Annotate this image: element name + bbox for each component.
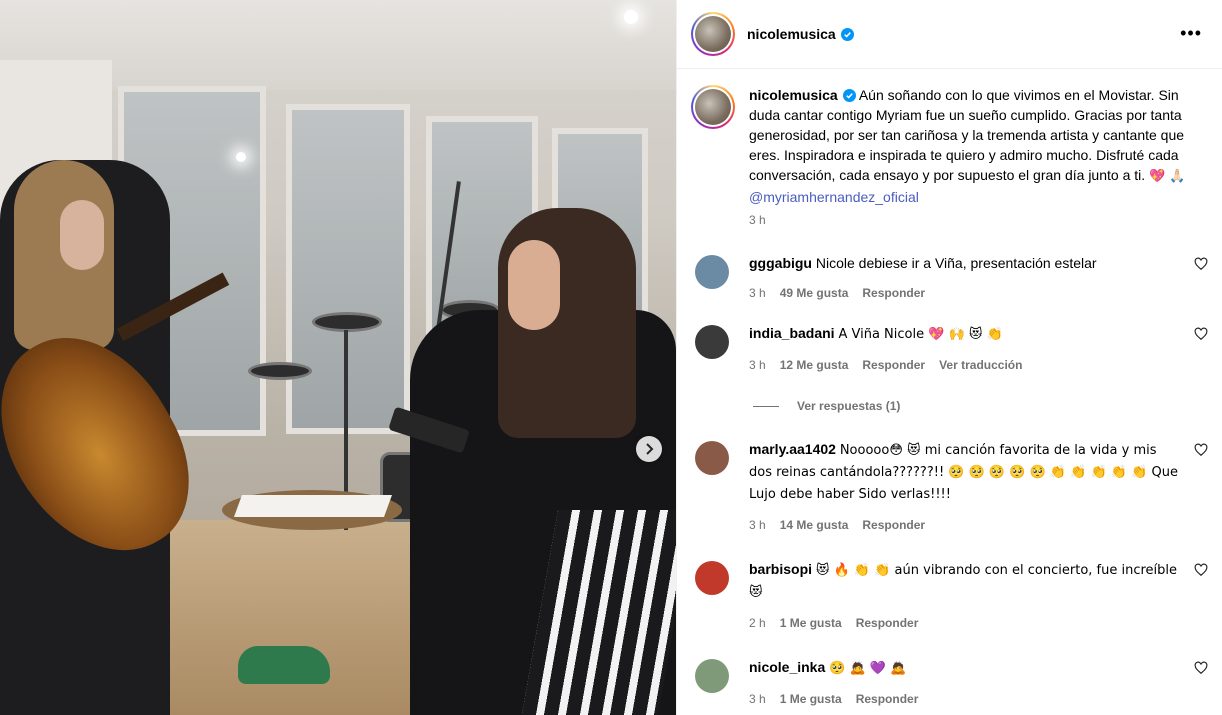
comment-item: marly.aa1402 Nooooo😳 😻 mi canción favori… xyxy=(677,439,1222,535)
comment-time: 3 h xyxy=(749,518,766,532)
reply-button[interactable]: Responder xyxy=(856,613,919,633)
comment-item: nicole_inka 🥺 🙇 💜 🙇 3 h 1 Me gusta Respo… xyxy=(677,657,1222,709)
post-media[interactable] xyxy=(0,0,676,715)
verified-badge-icon xyxy=(842,89,856,102)
comment-meta: 3 h 1 Me gusta Responder xyxy=(749,689,1179,709)
comment-username[interactable]: india_badani xyxy=(749,325,835,341)
comment-item: india_badani A Viña Nicole 💖 🙌 😻 👏 3 h 1… xyxy=(677,323,1222,375)
caption-username[interactable]: nicolemusica xyxy=(749,87,838,103)
comment-item: gggabigu Nicole debiese ir a Viña, prese… xyxy=(677,253,1222,303)
comment-text-line: marly.aa1402 Nooooo😳 😻 mi canción favori… xyxy=(749,439,1179,505)
caption-time: 3 h xyxy=(749,213,766,227)
media-face xyxy=(60,200,104,270)
comment-username[interactable]: gggabigu xyxy=(749,255,812,271)
header-username[interactable]: nicolemusica xyxy=(747,26,854,42)
comment-time: 3 h xyxy=(749,286,766,300)
comment-meta: 3 h 14 Me gusta Responder xyxy=(749,515,1179,535)
media-light xyxy=(236,152,246,162)
heart-icon[interactable] xyxy=(1194,443,1208,457)
comment-text-line: india_badani A Viña Nicole 💖 🙌 😻 👏 xyxy=(749,323,1179,345)
caption-emojis: 💖 🙏🏻 xyxy=(1149,169,1186,184)
comment-text: Nicole debiese ir a Viña, presentación e… xyxy=(815,255,1097,271)
reply-button[interactable]: Responder xyxy=(862,355,925,375)
avatar-image xyxy=(695,16,731,52)
comment-text-line: barbisopi 😻 🔥 👏 👏 aún vibrando con el co… xyxy=(749,559,1179,603)
caption-text: nicolemusica Aún soñando con lo que vivi… xyxy=(749,85,1189,207)
media-light xyxy=(624,10,638,24)
comment-likes[interactable]: 12 Me gusta xyxy=(780,355,849,375)
media-paper xyxy=(233,495,393,517)
heart-icon[interactable] xyxy=(1194,327,1208,341)
comment-meta: 3 h 49 Me gusta Responder xyxy=(749,283,1179,303)
username-text[interactable]: nicolemusica xyxy=(747,26,836,42)
comment-avatar[interactable] xyxy=(695,561,729,595)
media-window xyxy=(286,104,410,434)
verified-badge-icon xyxy=(840,28,854,41)
post-caption: nicolemusica Aún soñando con lo que vivi… xyxy=(677,69,1222,227)
caption-mention-link[interactable]: @myriamhernandez_oficial xyxy=(749,189,919,205)
profile-avatar[interactable] xyxy=(691,12,735,56)
reply-button[interactable]: Responder xyxy=(862,515,925,535)
comment-time: 3 h xyxy=(749,692,766,706)
comment-avatar[interactable] xyxy=(695,659,729,693)
comment-username[interactable]: barbisopi xyxy=(749,561,812,577)
replies-divider xyxy=(753,405,779,407)
post-sidebar: nicolemusica ••• nicolemusica Aún soñand… xyxy=(676,0,1222,715)
comment-text: A Viña Nicole 💖 🙌 😻 👏 xyxy=(838,327,1003,342)
comment-likes[interactable]: 14 Me gusta xyxy=(780,515,849,535)
reply-button[interactable]: Responder xyxy=(862,283,925,303)
heart-icon[interactable] xyxy=(1194,563,1208,577)
media-shoe xyxy=(238,646,330,684)
comment-text: 😻 🔥 👏 👏 aún vibrando con el concierto, f… xyxy=(749,563,1178,600)
comment-username[interactable]: marly.aa1402 xyxy=(749,441,836,457)
comment-time: 2 h xyxy=(749,616,766,630)
more-options-icon[interactable]: ••• xyxy=(1180,24,1202,42)
comment-time: 3 h xyxy=(749,358,766,372)
comment-meta: 3 h 12 Me gusta Responder Ver traducción xyxy=(749,355,1179,375)
comment-likes[interactable]: 1 Me gusta xyxy=(780,613,842,633)
view-replies-label[interactable]: Ver respuestas (1) xyxy=(797,399,900,413)
post-header: nicolemusica ••• xyxy=(677,0,1222,69)
caption-avatar[interactable] xyxy=(691,85,735,129)
media-drum xyxy=(312,312,382,332)
comment-avatar[interactable] xyxy=(695,325,729,359)
comment-item: barbisopi 😻 🔥 👏 👏 aún vibrando con el co… xyxy=(677,559,1222,633)
media-drum xyxy=(248,362,312,380)
avatar-image xyxy=(695,89,731,125)
comment-avatar[interactable] xyxy=(695,441,729,475)
comment-text-line: gggabigu Nicole debiese ir a Viña, prese… xyxy=(749,253,1179,273)
comment-username[interactable]: nicole_inka xyxy=(749,659,825,675)
heart-icon[interactable] xyxy=(1194,661,1208,675)
heart-icon[interactable] xyxy=(1194,257,1208,271)
comment-text: 🥺 🙇 💜 🙇 xyxy=(829,661,907,676)
media-face xyxy=(508,240,560,330)
comment-text-line: nicole_inka 🥺 🙇 💜 🙇 xyxy=(749,657,1179,679)
translate-button[interactable]: Ver traducción xyxy=(939,355,1022,375)
comment-likes[interactable]: 1 Me gusta xyxy=(780,689,842,709)
comment-avatar[interactable] xyxy=(695,255,729,289)
comment-meta: 2 h 1 Me gusta Responder xyxy=(749,613,1179,633)
reply-button[interactable]: Responder xyxy=(856,689,919,709)
chevron-right-icon xyxy=(646,443,654,455)
next-media-button[interactable] xyxy=(636,436,662,462)
comment-likes[interactable]: 49 Me gusta xyxy=(780,283,849,303)
view-replies-button[interactable]: Ver respuestas (1) xyxy=(753,399,1222,413)
